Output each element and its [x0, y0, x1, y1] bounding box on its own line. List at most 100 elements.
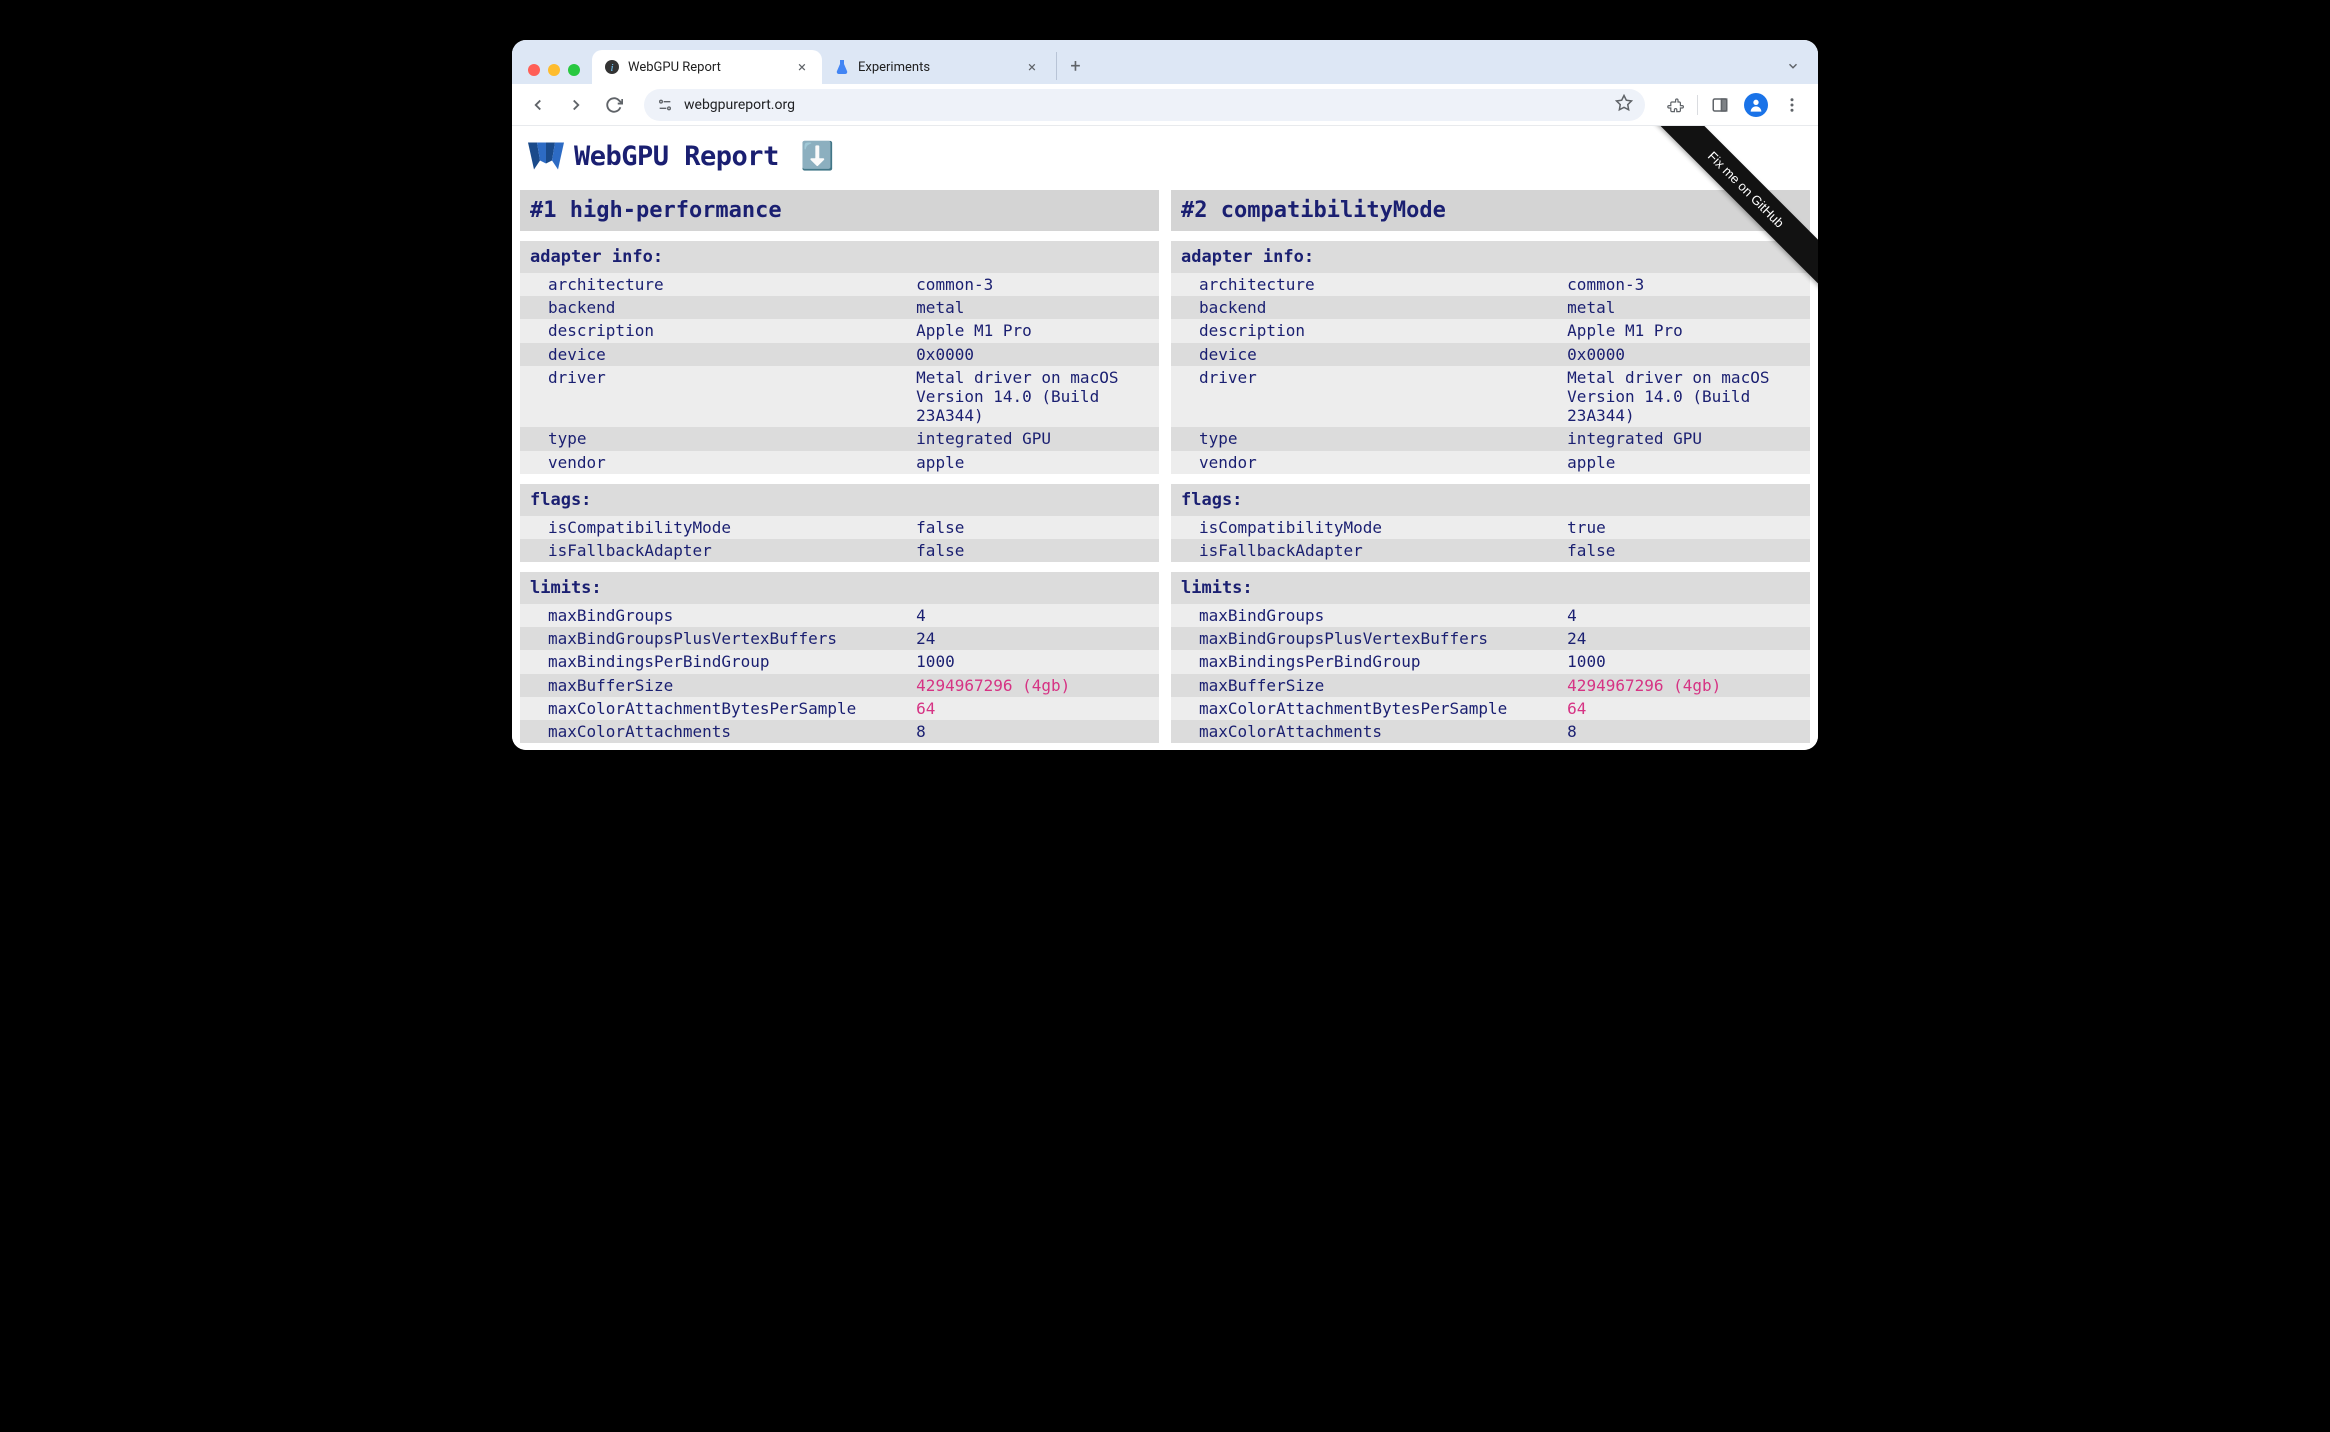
data-row: typeintegrated GPU [520, 427, 1159, 450]
row-value: 1000 [916, 651, 1159, 672]
row-key: backend [520, 297, 916, 318]
data-row: maxBindGroupsPlusVertexBuffers24 [520, 627, 1159, 650]
row-key: driver [1171, 367, 1567, 427]
panel-heading: #1 high-performance [520, 190, 1159, 231]
reload-button[interactable] [598, 89, 630, 121]
row-key: device [1171, 344, 1567, 365]
row-value: 24 [1567, 628, 1810, 649]
rows: isCompatibilityModetrueisFallbackAdapter… [1171, 516, 1810, 562]
row-value: 0x0000 [916, 344, 1159, 365]
row-key: isFallbackAdapter [520, 540, 916, 561]
data-row: vendorapple [1171, 451, 1810, 474]
tab-strip: i WebGPU Report × Experiments × + [512, 40, 1818, 84]
row-value: false [916, 517, 1159, 538]
data-row: maxColorAttachments8 [520, 720, 1159, 743]
data-row: typeintegrated GPU [1171, 427, 1810, 450]
row-key: maxColorAttachments [1171, 721, 1567, 742]
github-ribbon[interactable]: Fix me on GitHub [1618, 126, 1818, 326]
profile-icon[interactable] [1740, 89, 1772, 121]
close-window-button[interactable] [528, 64, 540, 76]
row-value: Apple M1 Pro [916, 320, 1159, 341]
row-value: false [1567, 540, 1810, 561]
data-row: isCompatibilityModefalse [520, 516, 1159, 539]
row-value: 4 [916, 605, 1159, 626]
section-heading: limits: [520, 572, 1159, 604]
page-content: Fix me on GitHub WebGPU Report ⬇️ #1 hig… [512, 126, 1818, 750]
browser-window: i WebGPU Report × Experiments × + [512, 40, 1818, 750]
panel: #1 high-performance adapter info:architec… [520, 190, 1159, 743]
data-row: maxColorAttachments8 [1171, 720, 1810, 743]
tab-experiments[interactable]: Experiments × [822, 50, 1052, 84]
data-row: backendmetal [520, 296, 1159, 319]
row-value: metal [916, 297, 1159, 318]
data-row: maxColorAttachmentBytesPerSample64 [1171, 697, 1810, 720]
data-row: descriptionApple M1 Pro [520, 319, 1159, 342]
row-value: true [1567, 517, 1810, 538]
row-key: vendor [1171, 452, 1567, 473]
close-tab-button[interactable]: × [794, 59, 810, 75]
row-key: isCompatibilityMode [1171, 517, 1567, 538]
row-key: type [1171, 428, 1567, 449]
row-value: common-3 [916, 274, 1159, 295]
row-value: 0x0000 [1567, 344, 1810, 365]
tab-search-button[interactable] [1778, 52, 1808, 80]
row-key: architecture [1171, 274, 1567, 295]
row-value: 8 [916, 721, 1159, 742]
row-key: backend [1171, 297, 1567, 318]
data-row: maxBufferSize4294967296 (4gb) [1171, 674, 1810, 697]
back-button[interactable] [522, 89, 554, 121]
rows: architecturecommon-3backendmetaldescript… [520, 273, 1159, 474]
row-value: false [916, 540, 1159, 561]
row-value: 64 [1567, 698, 1810, 719]
data-row: architecturecommon-3 [520, 273, 1159, 296]
row-key: maxBindGroupsPlusVertexBuffers [520, 628, 916, 649]
data-row: maxBindGroupsPlusVertexBuffers24 [1171, 627, 1810, 650]
row-key: vendor [520, 452, 916, 473]
address-bar[interactable]: webgpureport.org [644, 89, 1645, 121]
download-icon[interactable]: ⬇️ [801, 140, 835, 172]
section-heading: flags: [520, 484, 1159, 516]
row-key: maxBufferSize [520, 675, 916, 696]
row-value: integrated GPU [1567, 428, 1810, 449]
data-row: device0x0000 [1171, 343, 1810, 366]
extensions-icon[interactable] [1659, 89, 1691, 121]
row-value: 8 [1567, 721, 1810, 742]
minimize-window-button[interactable] [548, 64, 560, 76]
forward-button[interactable] [560, 89, 592, 121]
data-row: maxColorAttachmentBytesPerSample64 [520, 697, 1159, 720]
row-key: isCompatibilityMode [520, 517, 916, 538]
section-heading: adapter info: [520, 241, 1159, 273]
github-ribbon-text: Fix me on GitHub [1636, 126, 1818, 299]
tab-webgpu-report[interactable]: i WebGPU Report × [592, 50, 822, 84]
data-row: isFallbackAdapterfalse [520, 539, 1159, 562]
section-heading: flags: [1171, 484, 1810, 516]
data-row: maxBufferSize4294967296 (4gb) [520, 674, 1159, 697]
row-value: 4294967296 (4gb) [916, 675, 1159, 696]
data-row: isFallbackAdapterfalse [1171, 539, 1810, 562]
svg-text:i: i [610, 62, 613, 74]
favicon-icon: i [604, 59, 620, 75]
tab-title: Experiments [858, 60, 1016, 75]
rows: maxBindGroups4maxBindGroupsPlusVertexBuf… [1171, 604, 1810, 743]
row-value: apple [1567, 452, 1810, 473]
row-key: maxColorAttachmentBytesPerSample [1171, 698, 1567, 719]
logo-icon [528, 142, 564, 170]
row-key: maxColorAttachmentBytesPerSample [520, 698, 916, 719]
row-value: 4294967296 (4gb) [1567, 675, 1810, 696]
data-row: maxBindingsPerBindGroup1000 [520, 650, 1159, 673]
row-key: maxBindingsPerBindGroup [520, 651, 916, 672]
data-row: driverMetal driver on macOS Version 14.0… [520, 366, 1159, 428]
maximize-window-button[interactable] [568, 64, 580, 76]
bookmark-icon[interactable] [1615, 94, 1633, 116]
close-tab-button[interactable]: × [1024, 59, 1040, 75]
new-tab-button[interactable]: + [1056, 52, 1084, 80]
site-info-icon[interactable] [656, 96, 674, 114]
data-row: maxBindingsPerBindGroup1000 [1171, 650, 1810, 673]
sidepanel-icon[interactable] [1704, 89, 1736, 121]
row-key: maxBindGroupsPlusVertexBuffers [1171, 628, 1567, 649]
menu-icon[interactable] [1776, 89, 1808, 121]
data-row: device0x0000 [520, 343, 1159, 366]
toolbar: webgpureport.org [512, 84, 1818, 126]
row-key: maxColorAttachments [520, 721, 916, 742]
section-heading: limits: [1171, 572, 1810, 604]
